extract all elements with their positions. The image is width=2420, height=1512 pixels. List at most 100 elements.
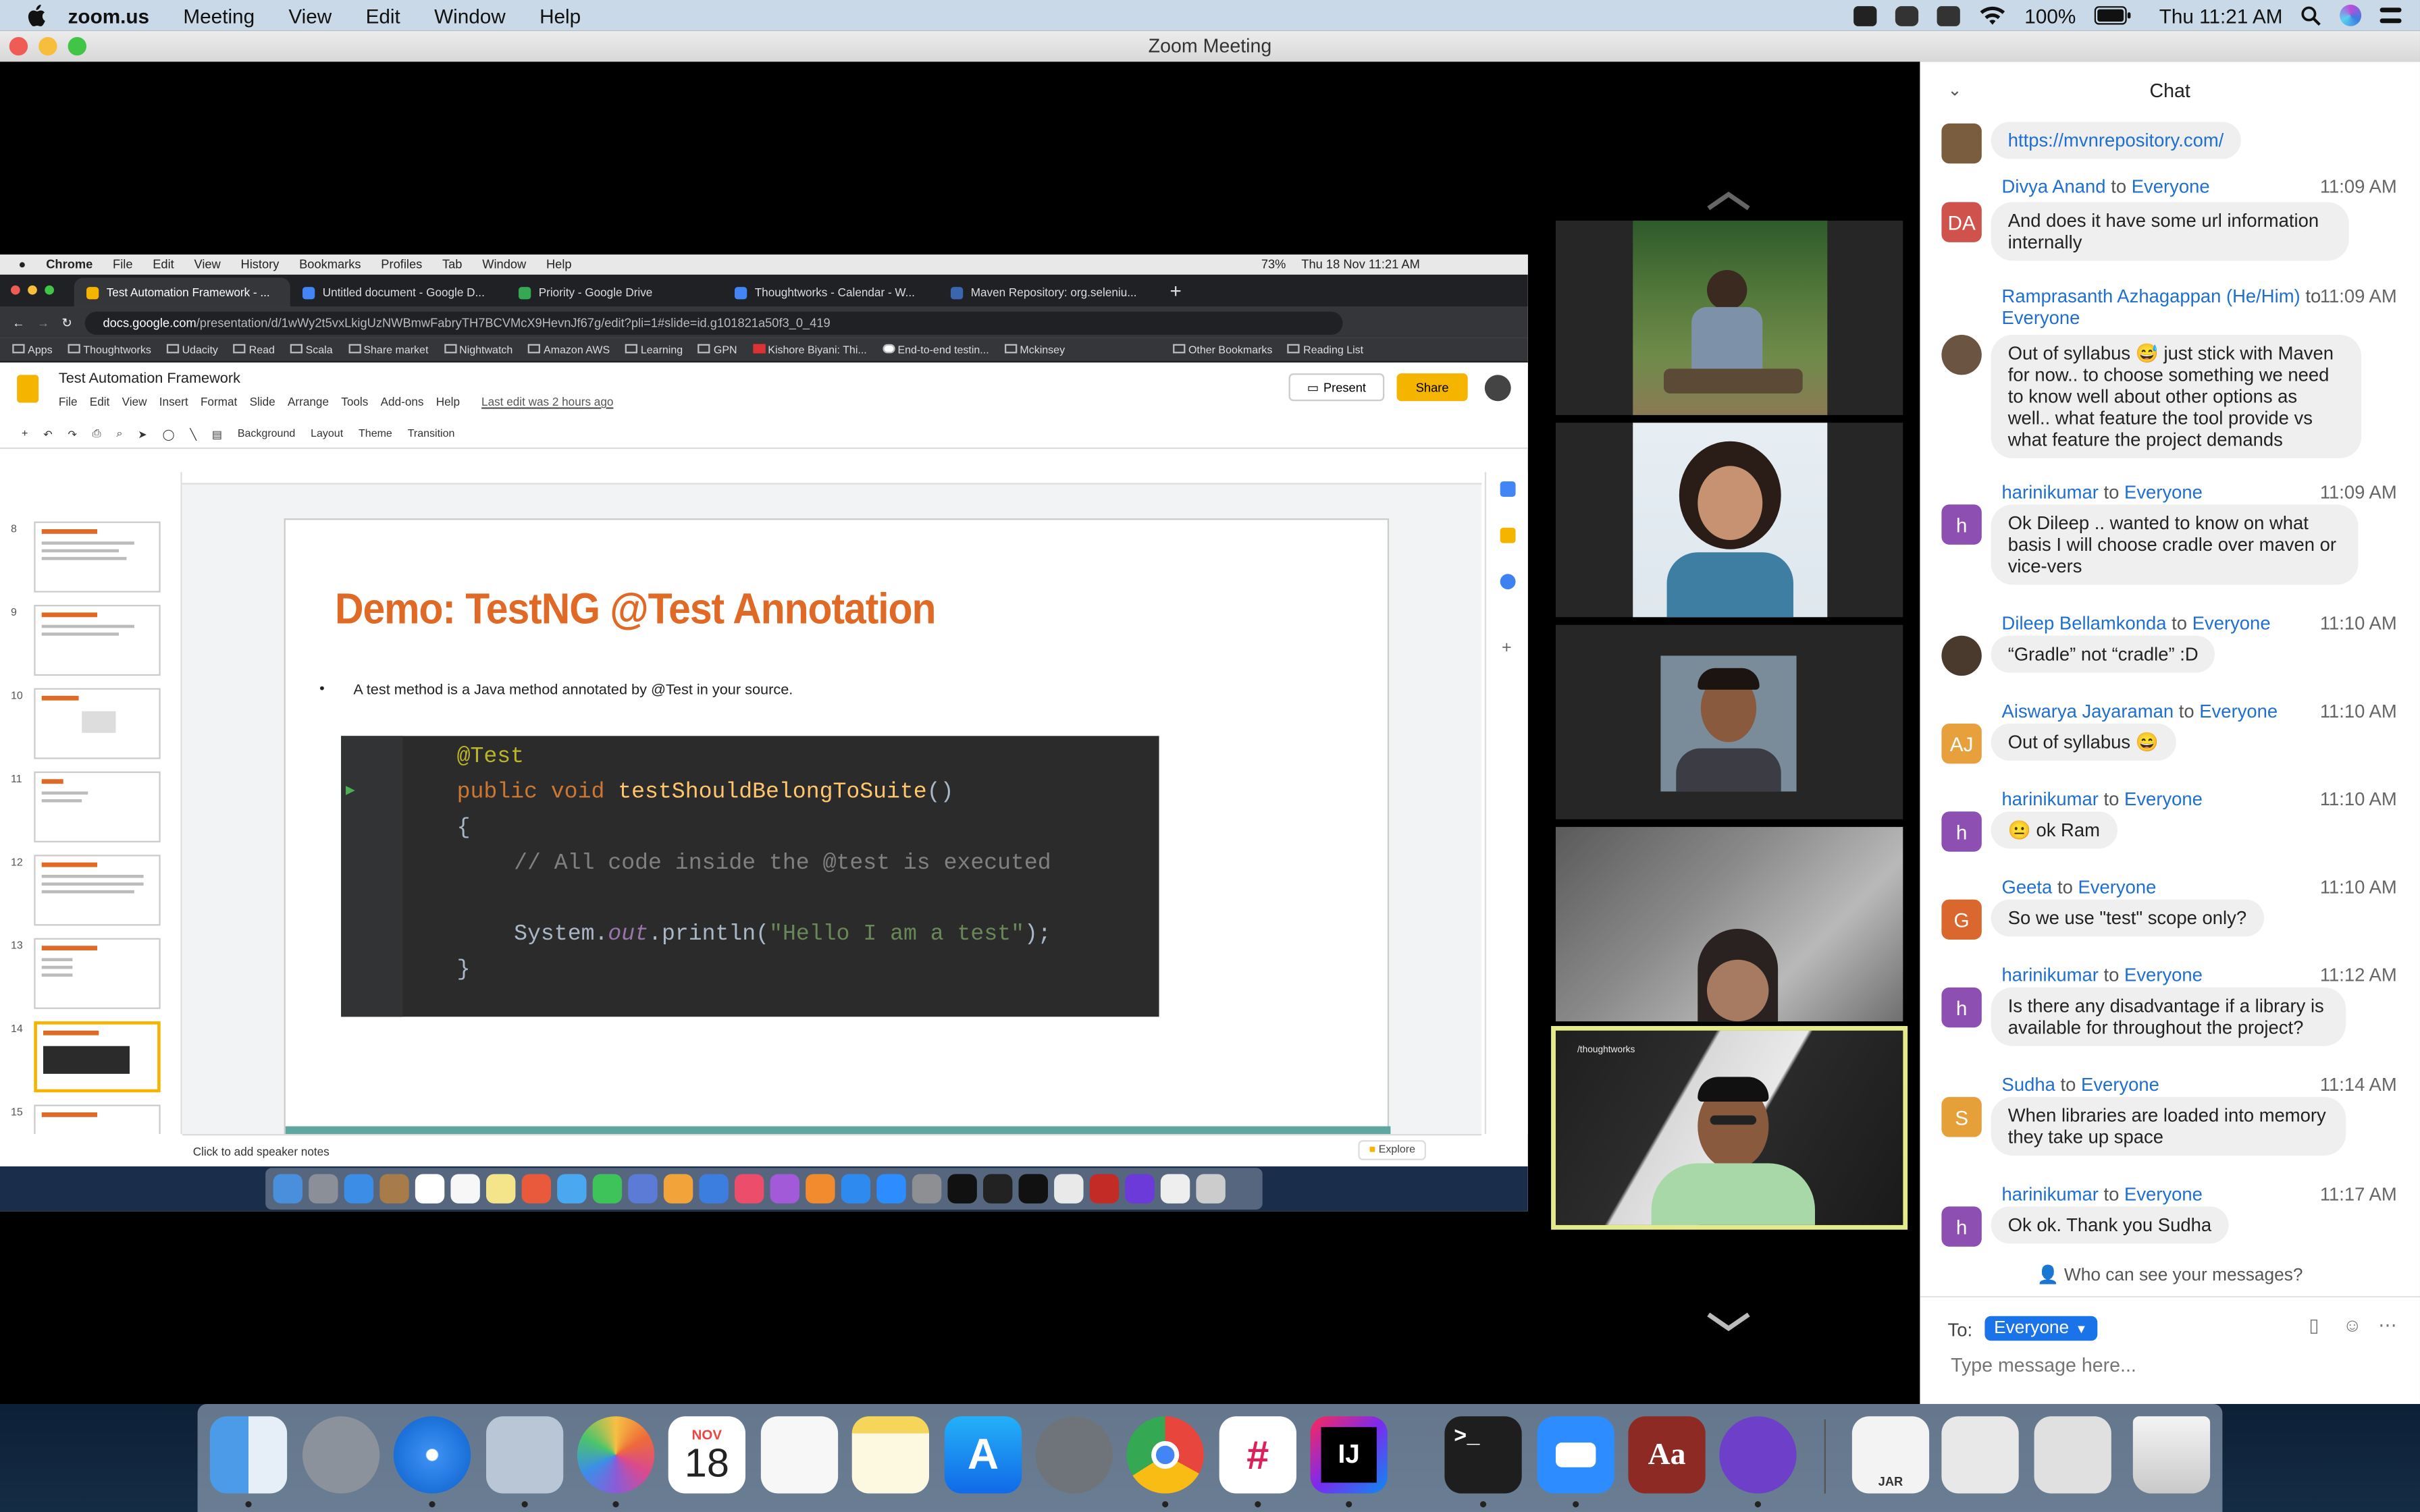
menu-edit[interactable]: Edit — [366, 4, 400, 27]
terminal-icon[interactable]: >_ — [1444, 1416, 1522, 1494]
new-slide-icon: + — [21, 429, 28, 440]
emoji-icon[interactable]: ☺ — [2343, 1314, 2362, 1336]
launchpad-icon[interactable] — [302, 1416, 380, 1494]
message-bubble[interactable]: And does it have some url information in… — [1991, 202, 2349, 261]
bookmark-item: Read — [233, 343, 275, 356]
shared-menu-help: Help — [546, 257, 572, 272]
menubar-clock[interactable]: Thu 11:21 AM — [2159, 4, 2283, 27]
message-bubble[interactable]: Out of syllabus 😄 — [1991, 723, 2176, 761]
participant-video-tile[interactable] — [1555, 220, 1903, 415]
message-meta: Dileep Bellamkonda to Everyone — [2001, 612, 2271, 634]
documents-stack-icon[interactable] — [1941, 1416, 2019, 1494]
apple-icon[interactable] — [25, 4, 47, 26]
bookmark-item: Amazon AWS — [528, 343, 610, 356]
message-bubble[interactable]: https://mvnrepository.com/ — [1991, 122, 2241, 159]
avatar: AJ — [1941, 723, 1982, 764]
window-titlebar: Zoom Meeting — [0, 30, 2420, 62]
shared-dock-appstore-icon — [841, 1174, 871, 1204]
select-icon: ➤ — [138, 429, 147, 441]
message-link[interactable]: https://mvnrepository.com/ — [2008, 130, 2224, 151]
message-bubble[interactable]: Ok ok. Thank you Sudha — [1991, 1206, 2229, 1244]
code-line: } — [456, 958, 471, 983]
message-bubble[interactable]: So we use "test" scope only? — [1991, 899, 2264, 937]
message-time: 11:17 AM — [2319, 1183, 2397, 1206]
running-indicator — [1255, 1501, 1261, 1508]
spotlight-search-icon[interactable] — [2301, 5, 2321, 26]
side-panel-rail: + — [1484, 472, 1528, 1134]
window-title: Zoom Meeting — [1148, 35, 1272, 57]
message-bubble[interactable]: “Gradle” not “cradle” :D — [1991, 635, 2215, 673]
browser-window-controls — [10, 285, 54, 295]
menu-view[interactable]: View — [288, 4, 332, 27]
app-store-icon[interactable]: A — [944, 1416, 1022, 1494]
intellij-icon[interactable]: IJ — [1310, 1416, 1388, 1494]
slide-bullet: A test method is a Java method annotated… — [319, 680, 793, 699]
siri-icon[interactable] — [2340, 4, 2362, 26]
bookmark-item: Mckinsey — [1004, 343, 1065, 356]
scroll-down-chevron-icon[interactable] — [1706, 1312, 1752, 1333]
menu-meeting[interactable]: Meeting — [183, 4, 255, 27]
code-gutter — [341, 736, 403, 1017]
jar-file-icon[interactable]: JAR — [1851, 1416, 1930, 1494]
message-bubble[interactable]: Is there any disadvantage if a library i… — [1991, 987, 2346, 1046]
menu-help[interactable]: Help — [540, 4, 581, 27]
print-icon: ⎙ — [92, 428, 101, 439]
message-bubble[interactable]: When libraries are loaded into memory th… — [1991, 1097, 2346, 1156]
minimize-window-button[interactable] — [38, 36, 57, 56]
control-center-icon[interactable] — [2379, 6, 2402, 24]
photos-icon[interactable] — [577, 1416, 655, 1494]
participant-photo — [1660, 655, 1797, 792]
battery-icon[interactable] — [2094, 6, 2132, 25]
recipient-dropdown[interactable]: Everyone ▼ — [1984, 1316, 2097, 1341]
trash-icon[interactable] — [2132, 1416, 2211, 1494]
chrome-icon[interactable] — [1126, 1416, 1204, 1494]
dictionary-icon[interactable]: Aa — [1628, 1416, 1706, 1494]
downloads-stack-icon[interactable] — [2034, 1416, 2111, 1494]
finder-icon[interactable] — [209, 1416, 288, 1494]
message-meta: Aiswarya Jayaraman to Everyone — [2001, 700, 2278, 722]
who-can-see-link[interactable]: 👤 Who can see your messages? — [1920, 1264, 2420, 1285]
zoom-icon[interactable] — [1537, 1416, 1614, 1494]
shared-menu-bookmarks: Bookmarks — [299, 257, 361, 272]
system-preferences-icon[interactable] — [1035, 1416, 1113, 1494]
participant-video-tile[interactable] — [1555, 423, 1903, 618]
participant-video-tile[interactable] — [1555, 827, 1903, 1022]
message-time: 11:09 AM — [2319, 285, 2397, 307]
input-source-icon[interactable] — [1937, 5, 1960, 26]
running-indicator — [612, 1501, 619, 1508]
zoom-status-icon[interactable] — [1853, 5, 1876, 26]
message-bubble[interactable]: 😐 ok Ram — [1991, 811, 2118, 849]
file-attach-icon[interactable]: ▯ — [2309, 1314, 2327, 1336]
close-window-button[interactable] — [9, 36, 28, 56]
participant-video-tile[interactable] — [1555, 624, 1903, 819]
scroll-up-chevron-icon[interactable] — [1706, 190, 1752, 211]
active-speaker-video-tile[interactable]: /thoughtworks — [1551, 1025, 1908, 1230]
skype-status-icon[interactable] — [1895, 5, 1918, 26]
menu-app-name[interactable]: zoom.us — [68, 4, 150, 27]
collapse-chevron-icon[interactable]: ⌄ — [1948, 80, 1962, 100]
more-options-icon[interactable]: ⋯ — [2378, 1314, 2396, 1336]
message-bubble[interactable]: Out of syllabus 😅 just stick with Maven … — [1991, 334, 2362, 458]
chat-message-input[interactable] — [1951, 1354, 2398, 1376]
shared-dock-notes-icon — [485, 1174, 516, 1204]
slack-icon[interactable]: # — [1219, 1416, 1296, 1494]
slide-number: 10 — [10, 691, 23, 702]
horizontal-ruler — [182, 472, 1482, 485]
reminders-icon[interactable] — [760, 1416, 839, 1494]
github-desktop-icon[interactable] — [1719, 1416, 1797, 1494]
menu-window[interactable]: Window — [434, 4, 506, 27]
slides-header: Test Automation Framework File Edit View… — [0, 362, 1528, 421]
chat-compose: To: Everyone ▼ ▯ ☺ ⋯ — [1920, 1295, 2420, 1404]
notes-icon[interactable] — [851, 1416, 929, 1494]
calendar-icon[interactable]: NOV 18 — [668, 1416, 745, 1494]
zoom-window-button[interactable] — [68, 36, 86, 56]
wifi-icon[interactable] — [1978, 5, 2006, 26]
chat-panel: ⌄ Chat https://mvnrepository.com/ Divya … — [1920, 61, 2420, 1404]
slide-thumbnail — [34, 688, 161, 759]
message-bubble[interactable]: Ok Dileep .. wanted to know on what basi… — [1991, 504, 2359, 585]
mail-eagle-icon[interactable] — [485, 1416, 564, 1494]
safari-icon[interactable] — [393, 1416, 471, 1494]
chat-messages[interactable]: https://mvnrepository.com/ Divya Anand t… — [1920, 120, 2420, 1262]
running-indicator — [1162, 1501, 1169, 1508]
participant-photo: /thoughtworks — [1555, 1030, 1903, 1225]
